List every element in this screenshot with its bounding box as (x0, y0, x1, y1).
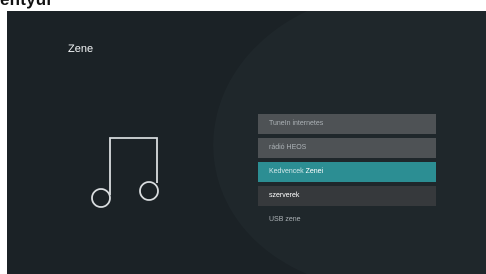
menu-item-servers[interactable]: szerverek (258, 186, 436, 206)
menu-item-label-part2: Zenei (305, 168, 324, 175)
heos-music-screen: Zene TuneIn internetes rádió HEOS Kedven… (7, 11, 486, 274)
menu-item-tunein[interactable]: TuneIn internetes (258, 114, 436, 134)
source-menu: TuneIn internetes rádió HEOS Kedvencek Z… (258, 114, 436, 234)
menu-item-favorites[interactable]: Kedvencek Zenei (258, 162, 436, 182)
music-note-icon (91, 137, 159, 208)
page-title: Zene (68, 43, 94, 55)
menu-item-label: szerverek (269, 192, 300, 199)
menu-item-label: rádió HEOS (269, 144, 307, 151)
cropped-heading-fragment: entyül (0, 0, 51, 8)
menu-item-label-part1: Kedvencek (269, 168, 304, 175)
menu-item-label: USB zene (269, 216, 301, 223)
menu-item-usb-music[interactable]: USB zene (258, 210, 436, 230)
menu-item-heos-radio[interactable]: rádió HEOS (258, 138, 436, 158)
menu-item-label: TuneIn internetes (269, 120, 324, 127)
